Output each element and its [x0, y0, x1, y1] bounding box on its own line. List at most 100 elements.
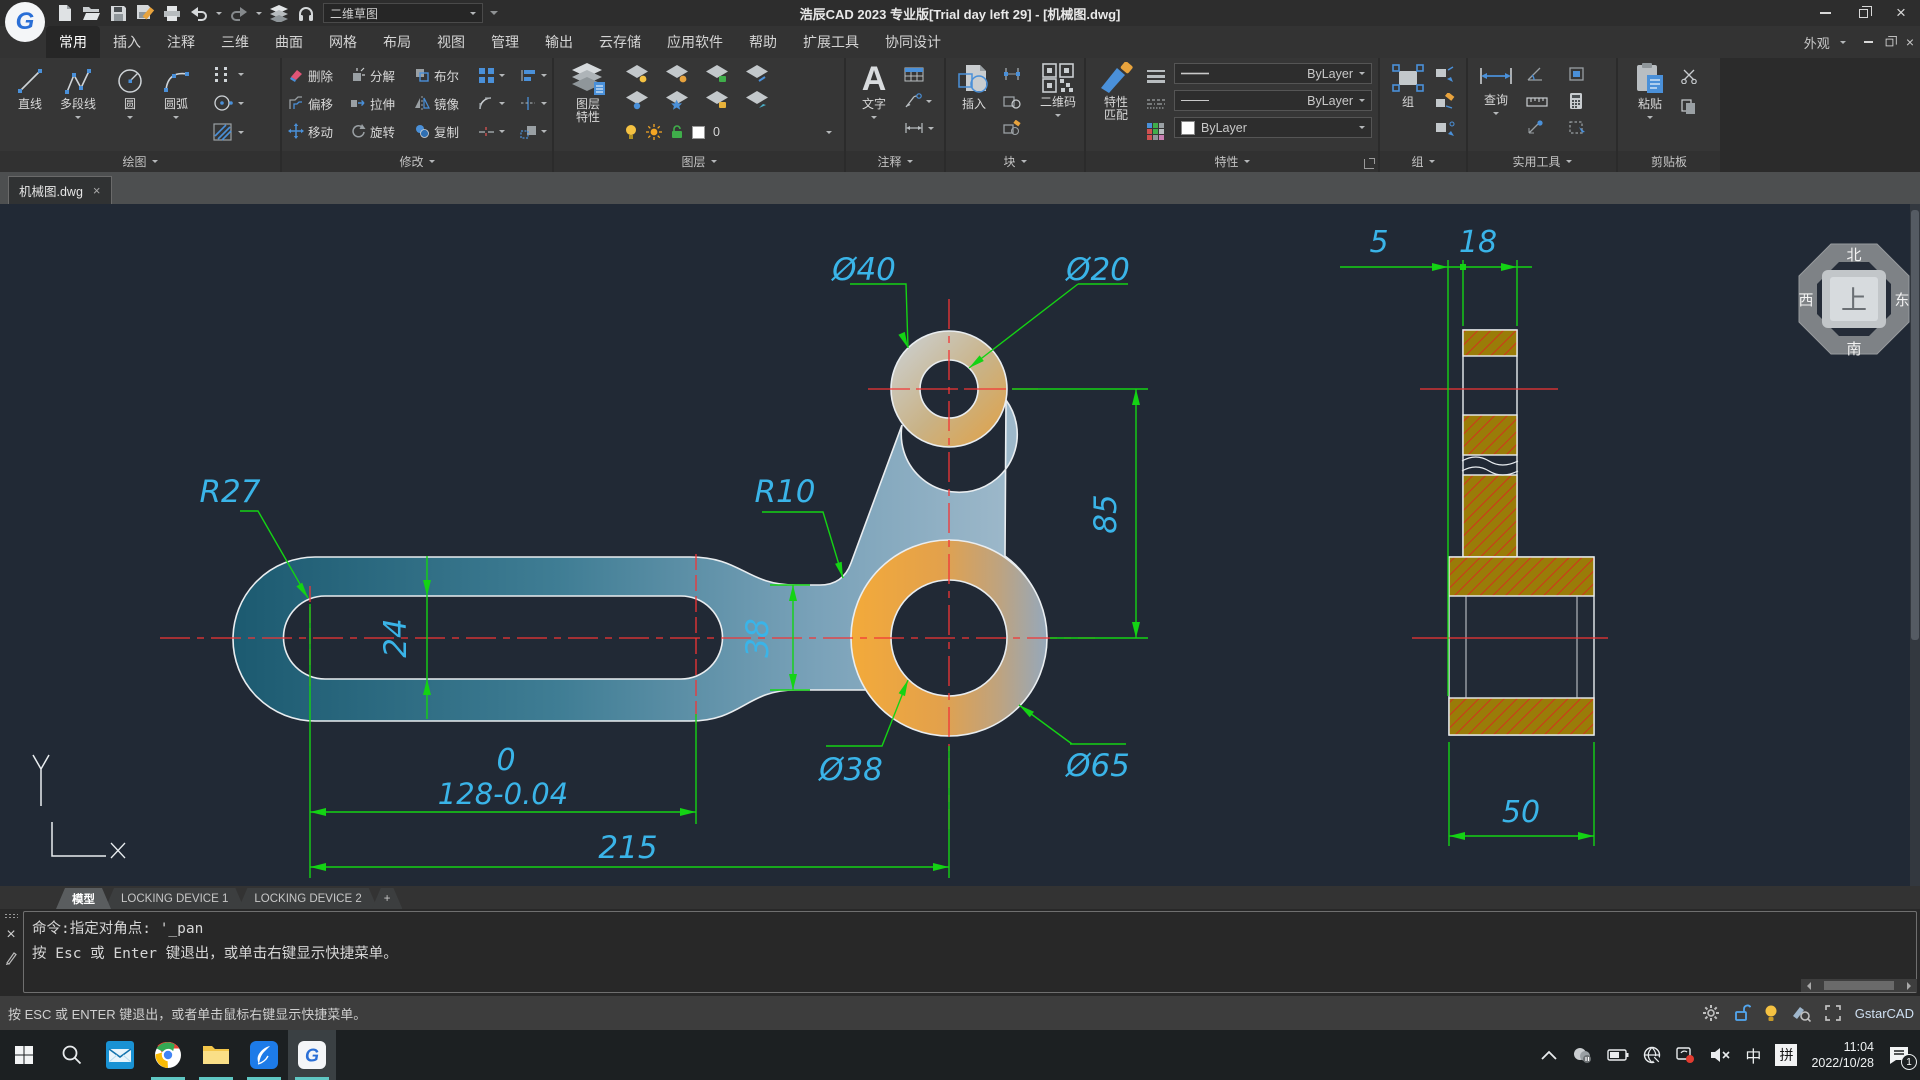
network-globe-icon[interactable]: [1643, 1046, 1661, 1064]
ribbon-tab-home[interactable]: 常用: [46, 26, 100, 58]
ungroup-tool[interactable]: [1434, 62, 1456, 86]
ribbon-tab-3d[interactable]: 三维: [208, 26, 262, 58]
command-drag-handle-icon[interactable]: [4, 913, 18, 919]
document-tab[interactable]: 机械图.dwg ×: [8, 176, 112, 204]
move-tool[interactable]: 移动: [288, 119, 333, 143]
command-scrollbar[interactable]: [1801, 979, 1917, 992]
ribbon-tab-output[interactable]: 输出: [532, 26, 586, 58]
paste-tool[interactable]: 粘贴: [1626, 62, 1674, 122]
group-tool[interactable]: 组: [1384, 62, 1432, 109]
layer-on-icon[interactable]: [624, 63, 650, 85]
part-front-view[interactable]: [232, 330, 1048, 737]
battery-icon[interactable]: [1607, 1049, 1629, 1061]
dimension-dropdown-icon[interactable]: [928, 126, 934, 133]
explode-tool[interactable]: 分解: [350, 63, 395, 87]
ruler-tool[interactable]: [1526, 89, 1548, 113]
copy-tool[interactable]: 复制: [414, 119, 459, 143]
save-as-button[interactable]: [135, 3, 155, 23]
document-tab-close-icon[interactable]: ×: [93, 183, 101, 198]
open-file-button[interactable]: [81, 3, 101, 23]
canvas-scrollbar-thumb[interactable]: [1911, 210, 1919, 640]
compass-west[interactable]: 西: [1798, 292, 1813, 309]
redo-button[interactable]: [229, 3, 249, 23]
scale-dropdown-icon[interactable]: [541, 129, 547, 136]
taskbar-mail-app[interactable]: [96, 1030, 144, 1080]
command-close-icon[interactable]: ×: [6, 927, 15, 943]
ribbon-tab-mesh[interactable]: 网格: [316, 26, 370, 58]
rotation-lock-icon[interactable]: [1675, 1046, 1695, 1064]
text-tool[interactable]: A 文字: [850, 62, 898, 122]
attribute-define-tool[interactable]: [1002, 62, 1022, 86]
lineweight-select[interactable]: ByLayer: [1174, 63, 1372, 84]
point-dropdown-icon[interactable]: [238, 72, 244, 79]
tray-expand-icon[interactable]: [1541, 1050, 1558, 1060]
command-scrollbar-thumb[interactable]: [1824, 981, 1894, 990]
taskbar-gstarcad-app[interactable]: G: [288, 1030, 336, 1080]
tab-locking-device-1[interactable]: LOCKING DEVICE 1: [105, 888, 244, 909]
unlock-icon[interactable]: [1733, 1004, 1751, 1022]
doc-close-icon[interactable]: ×: [1906, 34, 1914, 50]
line-tool[interactable]: 直线: [6, 62, 54, 111]
scroll-right-icon[interactable]: [1907, 981, 1915, 990]
support-headset-button[interactable]: [296, 3, 316, 23]
taskbar-pdf-app[interactable]: [240, 1030, 288, 1080]
linetype-select[interactable]: ByLayer: [1174, 90, 1372, 111]
fullscreen-icon[interactable]: [1824, 1004, 1842, 1022]
ribbon-tab-help[interactable]: 帮助: [736, 26, 790, 58]
layer-match-icon[interactable]: [744, 89, 770, 111]
part-section-view[interactable]: [1448, 329, 1595, 736]
measure-tool[interactable]: 查询: [1472, 62, 1520, 118]
centermark-tools[interactable]: [212, 91, 244, 115]
erase-tool[interactable]: 删除: [288, 63, 333, 87]
block-edit-tool[interactable]: [1002, 89, 1022, 113]
array-dropdown-icon[interactable]: [499, 73, 505, 80]
arc-tool[interactable]: 圆弧: [152, 62, 200, 122]
ime-language-indicator[interactable]: 中: [1745, 1043, 1761, 1067]
taskbar-chrome-app[interactable]: [144, 1030, 192, 1080]
scroll-left-icon[interactable]: [1803, 981, 1811, 990]
drawing-svg[interactable]: Ø40 Ø20 R27 R10 24 38 85 0 128-0.04 215 …: [0, 204, 1920, 886]
copy-clip-tool[interactable]: [1680, 94, 1698, 118]
print-button[interactable]: [162, 3, 182, 23]
panel-label-layer[interactable]: 图层: [554, 151, 844, 172]
cut-tool[interactable]: [1680, 64, 1698, 88]
ribbon-tab-express[interactable]: 扩展工具: [790, 26, 872, 58]
polyline-dropdown-icon[interactable]: [75, 116, 81, 122]
polyline-tool[interactable]: 多段线: [54, 62, 102, 122]
ribbon-tab-insert[interactable]: 插入: [100, 26, 154, 58]
tab-add-layout[interactable]: +: [372, 888, 403, 909]
compass-east[interactable]: 东: [1894, 292, 1909, 309]
circle-tool[interactable]: 圆: [106, 62, 154, 122]
gstarcad-logo-icon[interactable]: G: [5, 2, 45, 42]
notification-center-button[interactable]: 1: [1888, 1045, 1917, 1070]
quick-select-tool[interactable]: [1568, 116, 1588, 140]
command-edit-icon[interactable]: [5, 951, 17, 965]
ribbon-tab-cloud[interactable]: 云存储: [586, 26, 654, 58]
hardware-acceleration-bulb-icon[interactable]: [1764, 1004, 1778, 1022]
hatch-tools[interactable]: [212, 120, 244, 144]
layer-off-icon[interactable]: [624, 89, 650, 111]
isolate-objects-icon[interactable]: [1791, 1004, 1811, 1022]
area-tool[interactable]: [1568, 62, 1588, 86]
text-dropdown-icon[interactable]: [871, 116, 877, 122]
close-button[interactable]: ×: [1882, 0, 1920, 26]
panel-label-group[interactable]: 组: [1380, 151, 1466, 172]
ribbon-tab-annotate[interactable]: 注释: [154, 26, 208, 58]
ime-pinyin-indicator[interactable]: 拼: [1775, 1044, 1798, 1066]
measure-dropdown-icon[interactable]: [1493, 112, 1499, 118]
array-tool[interactable]: [478, 63, 505, 87]
group-select-tool[interactable]: [1434, 116, 1456, 140]
angle-measure-tool[interactable]: [1526, 62, 1546, 86]
panel-label-modify[interactable]: 修改: [282, 151, 552, 172]
taskbar-clock[interactable]: 11:04 2022/10/28: [1811, 1039, 1874, 1071]
break-tool[interactable]: [478, 119, 505, 143]
layer-freeze-icon[interactable]: [664, 63, 690, 85]
ribbon-tab-manage[interactable]: 管理: [478, 26, 532, 58]
redo-dropdown-icon[interactable]: [256, 11, 262, 18]
drawing-area[interactable]: Ø40 Ø20 R27 R10 24 38 85 0 128-0.04 215 …: [0, 204, 1920, 886]
match-properties-tool[interactable]: 特性 匹配: [1092, 62, 1140, 122]
taskbar-explorer-app[interactable]: [192, 1030, 240, 1080]
sheet-set-button[interactable]: [269, 3, 289, 23]
ribbon-tab-collaborate[interactable]: 协同设计: [872, 26, 954, 58]
ribbon-tab-surface[interactable]: 曲面: [262, 26, 316, 58]
